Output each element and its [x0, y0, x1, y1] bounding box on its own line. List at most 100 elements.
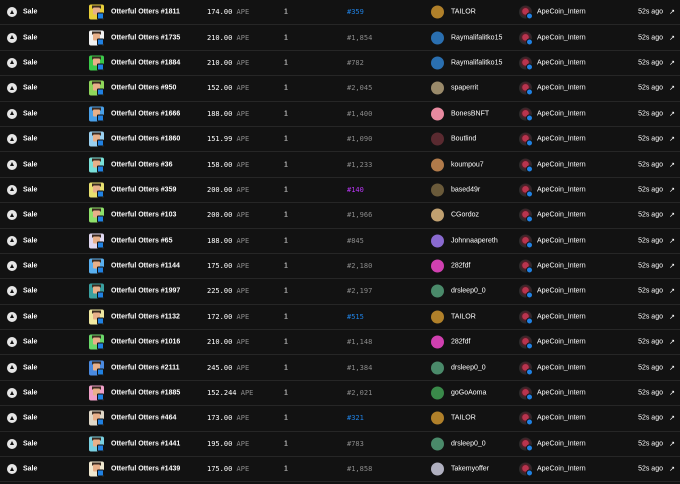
time-ago-link[interactable]: 52s ago: [638, 110, 663, 117]
to-user-link[interactable]: ApeCoin_Intern: [537, 34, 586, 41]
item-name-link[interactable]: Otterful Otters #65: [111, 237, 172, 244]
from-avatar[interactable]: [431, 208, 444, 222]
nft-thumbnail[interactable]: [89, 182, 104, 198]
arrow-up-right-icon[interactable]: ↗: [669, 313, 675, 321]
from-user-link[interactable]: BonesBNFT: [451, 110, 489, 117]
arrow-up-right-icon[interactable]: ↗: [669, 8, 675, 16]
to-avatar[interactable]: [519, 234, 533, 249]
item-name-link[interactable]: Otterful Otters #1884: [111, 59, 180, 66]
activity-row[interactable]: Sale Otterful Otters #1132 172.00 APE 1 …: [0, 305, 680, 331]
from-user-link[interactable]: 282fdf: [451, 339, 470, 346]
nft-thumbnail[interactable]: [89, 30, 104, 46]
item-name-link[interactable]: Otterful Otters #103: [111, 212, 176, 219]
to-avatar[interactable]: [519, 437, 533, 452]
to-avatar[interactable]: [519, 56, 533, 71]
to-user-link[interactable]: ApeCoin_Intern: [537, 440, 586, 447]
from-user-link[interactable]: Johnnaapereth: [451, 237, 498, 244]
arrow-up-right-icon[interactable]: ↗: [669, 84, 675, 92]
from-avatar[interactable]: [431, 81, 444, 95]
to-user-link[interactable]: ApeCoin_Intern: [537, 263, 586, 270]
time-ago-link[interactable]: 52s ago: [638, 364, 663, 371]
from-avatar[interactable]: [431, 437, 444, 451]
nft-thumbnail[interactable]: [89, 309, 104, 325]
nft-thumbnail[interactable]: [89, 4, 104, 20]
arrow-up-right-icon[interactable]: ↗: [669, 364, 675, 372]
arrow-up-right-icon[interactable]: ↗: [669, 135, 675, 143]
time-ago-link[interactable]: 52s ago: [638, 186, 663, 193]
to-avatar[interactable]: [519, 107, 533, 122]
from-user-link[interactable]: TAILOR: [451, 9, 476, 16]
item-name-link[interactable]: Otterful Otters #1860: [111, 136, 180, 143]
arrow-up-right-icon[interactable]: ↗: [669, 338, 675, 346]
activity-row[interactable]: Sale Otterful Otters #1997 225.00 APE 1 …: [0, 279, 680, 305]
to-avatar[interactable]: [519, 284, 533, 299]
nft-thumbnail[interactable]: [89, 410, 104, 426]
from-user-link[interactable]: TAILOR: [451, 313, 476, 320]
time-ago-link[interactable]: 52s ago: [638, 85, 663, 92]
to-avatar[interactable]: [519, 310, 533, 325]
item-name-link[interactable]: Otterful Otters #464: [111, 415, 176, 422]
nft-thumbnail[interactable]: [89, 80, 104, 96]
activity-row[interactable]: Sale Otterful Otters #1441 195.00 APE 1 …: [0, 432, 680, 458]
activity-row[interactable]: Sale Otterful Otters #1016 210.00 APE 1 …: [0, 330, 680, 356]
item-name-link[interactable]: Otterful Otters #1016: [111, 339, 180, 346]
nft-thumbnail[interactable]: [89, 207, 104, 223]
to-user-link[interactable]: ApeCoin_Intern: [537, 339, 586, 346]
time-ago-link[interactable]: 52s ago: [638, 34, 663, 41]
nft-thumbnail[interactable]: [89, 461, 104, 477]
arrow-up-right-icon[interactable]: ↗: [669, 262, 675, 270]
time-ago-link[interactable]: 52s ago: [638, 9, 663, 16]
from-avatar[interactable]: [431, 335, 444, 349]
from-avatar[interactable]: [431, 183, 444, 197]
arrow-up-right-icon[interactable]: ↗: [669, 389, 675, 397]
activity-row[interactable]: Sale Otterful Otters #1439 175.00 APE 1 …: [0, 457, 680, 483]
from-avatar[interactable]: [431, 56, 444, 70]
arrow-up-right-icon[interactable]: ↗: [669, 287, 675, 295]
from-avatar[interactable]: [431, 411, 444, 425]
item-name-link[interactable]: Otterful Otters #1666: [111, 110, 180, 117]
to-avatar[interactable]: [519, 158, 533, 173]
item-name-link[interactable]: Otterful Otters #2111: [111, 364, 179, 371]
arrow-up-right-icon[interactable]: ↗: [669, 110, 675, 118]
activity-row[interactable]: Sale Otterful Otters #1860 151.99 APE 1 …: [0, 127, 680, 153]
from-user-link[interactable]: 282fdf: [451, 263, 470, 270]
from-avatar[interactable]: [431, 158, 444, 172]
activity-row[interactable]: Sale Otterful Otters #1885 152.244 APE 1…: [0, 381, 680, 407]
arrow-up-right-icon[interactable]: ↗: [669, 211, 675, 219]
time-ago-link[interactable]: 52s ago: [638, 415, 663, 422]
to-avatar[interactable]: [519, 132, 533, 147]
arrow-up-right-icon[interactable]: ↗: [669, 59, 675, 67]
nft-thumbnail[interactable]: [89, 334, 104, 350]
activity-row[interactable]: Sale Otterful Otters #1144 175.00 APE 1 …: [0, 254, 680, 280]
to-avatar[interactable]: [519, 81, 533, 96]
arrow-up-right-icon[interactable]: ↗: [669, 237, 675, 245]
item-name-link[interactable]: Otterful Otters #1997: [111, 288, 180, 295]
to-user-link[interactable]: ApeCoin_Intern: [537, 9, 586, 16]
to-user-link[interactable]: ApeCoin_Intern: [537, 85, 586, 92]
from-user-link[interactable]: drsleep0_0: [451, 440, 486, 447]
from-user-link[interactable]: TAILOR: [451, 415, 476, 422]
item-name-link[interactable]: Otterful Otters #1439: [111, 466, 180, 473]
from-user-link[interactable]: spaperrit: [451, 85, 478, 92]
from-avatar[interactable]: [431, 310, 444, 324]
to-avatar[interactable]: [519, 259, 533, 274]
item-name-link[interactable]: Otterful Otters #1811: [111, 9, 180, 16]
item-name-link[interactable]: Otterful Otters #1885: [111, 390, 180, 397]
activity-row[interactable]: Sale Otterful Otters #1811 174.00 APE 1 …: [0, 0, 680, 26]
nft-thumbnail[interactable]: [89, 106, 104, 122]
to-user-link[interactable]: ApeCoin_Intern: [537, 212, 586, 219]
nft-thumbnail[interactable]: [89, 233, 104, 249]
from-user-link[interactable]: drsleep0_0: [451, 364, 486, 371]
time-ago-link[interactable]: 52s ago: [638, 339, 663, 346]
from-avatar[interactable]: [431, 132, 444, 146]
nft-thumbnail[interactable]: [89, 283, 104, 299]
to-avatar[interactable]: [519, 462, 533, 477]
item-name-link[interactable]: Otterful Otters #1441: [111, 440, 180, 447]
from-avatar[interactable]: [431, 462, 444, 476]
from-avatar[interactable]: [431, 284, 444, 298]
activity-row[interactable]: Sale Otterful Otters #1735 210.00 APE 1 …: [0, 25, 680, 51]
from-avatar[interactable]: [431, 5, 444, 19]
from-user-link[interactable]: Raymalifalitko15: [451, 34, 502, 41]
activity-row[interactable]: Sale Otterful Otters #950 152.00 APE 1 #…: [0, 76, 680, 102]
to-user-link[interactable]: ApeCoin_Intern: [537, 59, 586, 66]
